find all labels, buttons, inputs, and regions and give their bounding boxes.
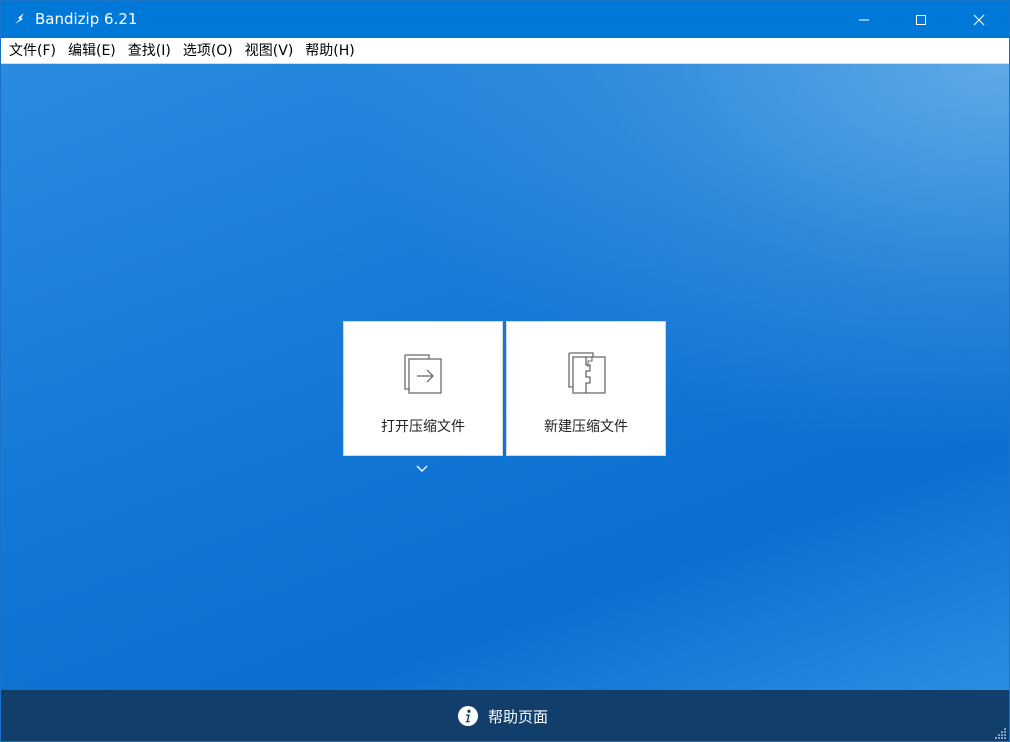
menu-file[interactable]: 文件(F)	[3, 39, 62, 63]
title-bar[interactable]: Bandizip 6.21	[1, 1, 1009, 38]
menu-edit[interactable]: 编辑(E)	[62, 39, 122, 63]
window-title: Bandizip 6.21	[35, 10, 138, 28]
footer-bar: 帮助页面	[1, 690, 1009, 741]
info-icon	[458, 706, 478, 726]
help-page-link[interactable]: 帮助页面	[457, 704, 548, 728]
maximize-icon	[916, 14, 926, 25]
new-archive-label: 新建压缩文件	[544, 419, 628, 435]
bandizip-logo-icon	[15, 13, 24, 24]
menu-bar: 文件(F) 编辑(E) 查找(I) 选项(O) 视图(V) 帮助(H)	[1, 38, 1009, 64]
help-page-label: 帮助页面	[488, 707, 549, 726]
open-archive-icon	[404, 354, 442, 394]
minimize-button[interactable]	[836, 1, 892, 38]
menu-view[interactable]: 视图(V)	[239, 39, 300, 63]
menu-help[interactable]: 帮助(H)	[299, 39, 360, 63]
new-archive-button[interactable]: 新建压缩文件	[506, 321, 666, 456]
close-icon	[973, 14, 985, 25]
minimize-icon	[859, 19, 869, 20]
main-content: 打开压缩文件 新建压缩文件	[1, 64, 1009, 690]
menu-find[interactable]: 查找(I)	[122, 39, 177, 63]
close-button[interactable]	[951, 1, 1007, 38]
open-archive-button[interactable]: 打开压缩文件	[343, 321, 503, 456]
new-archive-icon	[568, 352, 606, 394]
chevron-down-icon[interactable]	[415, 464, 429, 474]
open-archive-label: 打开压缩文件	[381, 419, 465, 435]
app-window: Bandizip 6.21 文件(F) 编辑(E) 查找(I) 选项(O) 视图…	[0, 0, 1010, 742]
resize-grip-icon[interactable]	[995, 727, 1007, 739]
menu-options[interactable]: 选项(O)	[177, 39, 239, 63]
maximize-button[interactable]	[893, 1, 949, 38]
